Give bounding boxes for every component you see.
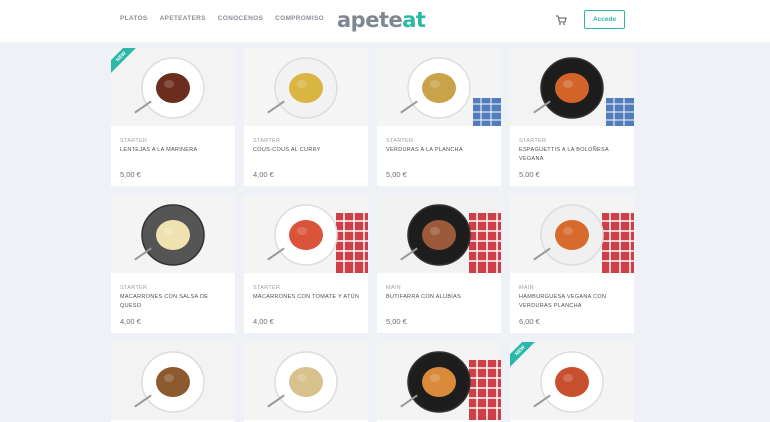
- product-name[interactable]: MACARRONES CON SALSA DE QUESO: [120, 293, 228, 311]
- logo-text-main: apete: [337, 8, 403, 32]
- product-name[interactable]: HAMBURGUESA VEGANA CON VERDURAS PLANCHA: [519, 293, 627, 311]
- product-image[interactable]: [244, 342, 368, 420]
- product-name[interactable]: COUS-COUS AL CURRY: [253, 146, 361, 155]
- main-nav: PLATOS APETEATERS CONOCENOS COMPROMISO: [120, 15, 324, 22]
- product-price: 6,00 €: [519, 317, 540, 326]
- site-header: PLATOS APETEATERS CONOCENOS COMPROMISO a…: [0, 0, 770, 42]
- product-image[interactable]: [244, 195, 368, 273]
- product-card[interactable]: STARTER COUS-COUS AL CURRY 4,00 €: [244, 48, 368, 186]
- product-image[interactable]: [510, 195, 634, 273]
- product-card[interactable]: [377, 342, 501, 422]
- product-card[interactable]: NEW STARTER LENTEJAS A LA MARINERA 5,00 €: [111, 48, 235, 186]
- product-image[interactable]: [244, 48, 368, 126]
- product-price: 5,00 €: [386, 317, 407, 326]
- product-card[interactable]: [111, 342, 235, 422]
- product-card[interactable]: MAIN BUTIFARRA CON ALUBIAS 5,00 €: [377, 195, 501, 333]
- product-image[interactable]: [377, 195, 501, 273]
- nav-apeteaters[interactable]: APETEATERS: [160, 15, 206, 22]
- product-image[interactable]: [377, 342, 501, 420]
- product-name[interactable]: ESPAGUETTIS A LA BOLOÑESA VEGANA: [519, 146, 627, 164]
- product-image[interactable]: [111, 48, 235, 126]
- product-category: STARTER: [120, 285, 148, 291]
- product-card[interactable]: [244, 342, 368, 422]
- product-category: STARTER: [253, 285, 281, 291]
- product-name[interactable]: VERDURAS A LA PLANCHA: [386, 146, 494, 155]
- product-price: 5,00 €: [519, 170, 540, 179]
- product-category: STARTER: [120, 138, 148, 144]
- product-category: STARTER: [519, 138, 547, 144]
- nav-platos[interactable]: PLATOS: [120, 15, 148, 22]
- product-image[interactable]: [111, 342, 235, 420]
- product-image[interactable]: [377, 48, 501, 126]
- product-category: MAIN: [519, 285, 534, 291]
- product-card[interactable]: STARTER MACARRONES CON TOMATE Y ATÚN 4,00 …: [244, 195, 368, 333]
- product-card[interactable]: MAIN HAMBURGUESA VEGANA CON VERDURAS PLAN…: [510, 195, 634, 333]
- logo-text-accent: at: [402, 8, 426, 32]
- product-price: 4,00 €: [253, 317, 274, 326]
- nav-compromiso[interactable]: COMPROMISO: [275, 15, 324, 22]
- product-image[interactable]: [111, 195, 235, 273]
- product-name[interactable]: MACARRONES CON TOMATE Y ATÚN: [253, 293, 361, 302]
- product-price: 4,00 €: [120, 317, 141, 326]
- product-card[interactable]: STARTER ESPAGUETTIS A LA BOLOÑESA VEGANA 5…: [510, 48, 634, 186]
- product-category: STARTER: [386, 138, 414, 144]
- product-card[interactable]: STARTER VERDURAS A LA PLANCHA 5,00 €: [377, 48, 501, 186]
- product-image[interactable]: [510, 48, 634, 126]
- product-price: 4,00 €: [253, 170, 274, 179]
- product-image[interactable]: [510, 342, 634, 420]
- login-button[interactable]: Accede: [584, 10, 625, 29]
- logo[interactable]: apeteat: [337, 8, 426, 32]
- product-card[interactable]: NEW: [510, 342, 634, 422]
- product-price: 5,00 €: [386, 170, 407, 179]
- product-card[interactable]: STARTER MACARRONES CON SALSA DE QUESO 4,00…: [111, 195, 235, 333]
- nav-conocenos[interactable]: CONOCENOS: [218, 15, 263, 22]
- product-category: STARTER: [253, 138, 281, 144]
- cart-icon[interactable]: [555, 14, 567, 26]
- product-price: 5,00 €: [120, 170, 141, 179]
- product-name[interactable]: BUTIFARRA CON ALUBIAS: [386, 293, 494, 302]
- product-name[interactable]: LENTEJAS A LA MARINERA: [120, 146, 228, 155]
- product-category: MAIN: [386, 285, 401, 291]
